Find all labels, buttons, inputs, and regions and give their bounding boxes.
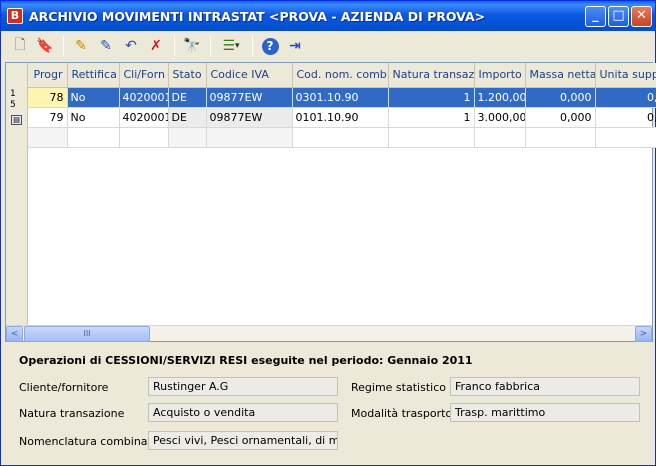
empty-cell[interactable] xyxy=(119,127,169,148)
undo-edit-icon[interactable]: ↶ xyxy=(119,35,143,57)
modalita-label: Modalità trasporto xyxy=(351,407,453,420)
horizontal-scrollbar[interactable]: < III > xyxy=(6,325,652,342)
empty-cell[interactable] xyxy=(474,127,526,148)
window-title: ARCHIVIO MOVIMENTI INTRASTAT <PROVA - AZ… xyxy=(29,8,486,24)
column-header-natura-transaz[interactable]: Natura transaz. xyxy=(388,63,475,88)
intrastat-window: B ARCHIVIO MOVIMENTI INTRASTAT <PROVA - … xyxy=(0,0,656,466)
cell-unita-supp[interactable]: 0,0 xyxy=(595,107,656,128)
current-record-number: 1 xyxy=(10,89,16,99)
binoculars-icon[interactable]: 🔭 xyxy=(180,35,204,57)
regime-label: Regime statistico xyxy=(351,381,446,394)
column-header-rettifica[interactable]: Rettifica xyxy=(67,63,120,88)
delete-icon[interactable]: ✗ xyxy=(144,35,168,57)
empty-cell[interactable] xyxy=(67,127,120,148)
app-icon[interactable]: B xyxy=(7,8,23,24)
scroll-right-button[interactable]: > xyxy=(635,326,652,342)
scroll-left-button[interactable]: < xyxy=(6,326,23,342)
nomenclatura-field[interactable]: Pesci vivi, Pesci ornamentali, di mare xyxy=(148,431,338,450)
period-summary: Operazioni di CESSIONI/SERVIZI RESI eseg… xyxy=(19,354,473,367)
cell-cli-forn[interactable]: 4020001 xyxy=(119,87,169,108)
toolbar-separator xyxy=(252,36,253,56)
empty-cell[interactable] xyxy=(206,127,293,148)
cell-rettifica[interactable]: No xyxy=(67,87,120,108)
toolbar: 🗋 🔖 ✎ ✎ ↶ ✗ 🔭 ☰ ▾ ? ⇥ xyxy=(4,32,652,60)
row-header-column: 1 5 ▤ xyxy=(6,63,28,326)
details-panel: Operazioni di CESSIONI/SERVIZI RESI eseg… xyxy=(1,344,655,465)
column-header-progr[interactable]: Progr xyxy=(28,63,68,88)
total-records-number: 5 xyxy=(10,100,16,110)
table-header-row: Progr Rettifica Cli/Forn Stato Codice IV… xyxy=(28,63,656,88)
cell-progr[interactable]: 79 xyxy=(28,107,68,128)
table-row[interactable]: 79 No 4020001 DE 09877EW 0101.10.90 1 3.… xyxy=(28,107,656,128)
scroll-thumb[interactable]: III xyxy=(24,326,150,342)
close-button[interactable]: ✕ xyxy=(631,6,652,27)
minimize-button[interactable]: _ xyxy=(585,6,606,27)
cliente-label: Cliente/fornitore xyxy=(19,381,109,394)
empty-cell[interactable] xyxy=(168,127,207,148)
exit-icon[interactable]: ⇥ xyxy=(283,35,307,57)
cell-rettifica[interactable]: No xyxy=(67,107,120,128)
help-glyph: ? xyxy=(261,37,279,55)
cell-importo[interactable]: 1.200,00 xyxy=(474,87,526,108)
new-document-icon[interactable]: 🗋 xyxy=(8,35,32,57)
empty-cell[interactable] xyxy=(28,127,68,148)
natura-field[interactable]: Acquisto o vendita xyxy=(148,403,338,422)
natura-label: Natura transazione xyxy=(19,407,125,420)
cell-cod-nom-comb[interactable]: 0301.10.90 xyxy=(292,87,389,108)
open-folder-icon[interactable]: 🔖 xyxy=(33,35,57,57)
cell-massa-netta[interactable]: 0,000 xyxy=(525,87,596,108)
new-record-row[interactable] xyxy=(28,127,656,148)
columns-list-icon[interactable]: ☰ ▾ xyxy=(216,35,246,57)
title-bar[interactable]: B ARCHIVIO MOVIMENTI INTRASTAT <PROVA - … xyxy=(1,1,655,31)
cell-progr[interactable]: 78 xyxy=(28,87,68,108)
empty-cell[interactable] xyxy=(388,127,475,148)
maximize-button[interactable]: □ xyxy=(608,6,629,27)
cell-massa-netta[interactable]: 0,000 xyxy=(525,107,596,128)
movements-grid[interactable]: 1 5 ▤ Progr Rettifica Cli/Forn Stato Cod… xyxy=(5,62,656,342)
cell-importo[interactable]: 3.000,00 xyxy=(474,107,526,128)
chevron-down-icon: ▾ xyxy=(235,41,240,51)
modalita-field[interactable]: Trasp. marittimo xyxy=(450,403,640,422)
regime-field[interactable]: Franco fabbrica xyxy=(450,377,640,396)
toolbar-separator xyxy=(174,36,175,56)
empty-cell[interactable] xyxy=(595,127,656,148)
column-header-importo[interactable]: Importo xyxy=(474,63,526,88)
column-header-massa-netta[interactable]: Massa netta xyxy=(525,63,596,88)
movements-table: Progr Rettifica Cli/Forn Stato Codice IV… xyxy=(28,63,656,148)
column-header-cli-forn[interactable]: Cli/Forn xyxy=(119,63,169,88)
columns-icon: ☰ xyxy=(222,38,236,54)
cell-cod-nom-comb[interactable]: 0101.10.90 xyxy=(292,107,389,128)
record-icon[interactable]: ▤ xyxy=(11,115,22,125)
cell-codice-iva[interactable]: 09877EW xyxy=(206,87,293,108)
cell-natura-transaz[interactable]: 1 xyxy=(388,107,475,128)
column-header-cod-nom-comb[interactable]: Cod. nom. comb. xyxy=(292,63,389,88)
cliente-field[interactable]: Rustinger A.G xyxy=(148,377,338,396)
column-header-stato[interactable]: Stato xyxy=(168,63,207,88)
edit-down-icon[interactable]: ✎ xyxy=(94,35,118,57)
table-row[interactable]: 78 No 4020001 DE 09877EW 0301.10.90 1 1.… xyxy=(28,87,656,108)
cell-natura-transaz[interactable]: 1 xyxy=(388,87,475,108)
cell-codice-iva[interactable]: 09877EW xyxy=(206,107,293,128)
edit-icon[interactable]: ✎ xyxy=(69,35,93,57)
toolbar-separator xyxy=(210,36,211,56)
column-header-unita-supp[interactable]: Unita supp xyxy=(595,63,656,88)
nomenclatura-label: Nomenclatura combinata xyxy=(19,435,159,448)
column-header-codice-iva[interactable]: Codice IVA xyxy=(206,63,293,88)
cell-stato[interactable]: DE xyxy=(168,107,207,128)
cell-cli-forn[interactable]: 4020001 xyxy=(119,107,169,128)
cell-stato[interactable]: DE xyxy=(168,87,207,108)
cell-unita-supp[interactable]: 0,0 xyxy=(595,87,656,108)
toolbar-separator xyxy=(63,36,64,56)
help-icon[interactable]: ? xyxy=(258,35,282,57)
empty-cell[interactable] xyxy=(292,127,389,148)
empty-cell[interactable] xyxy=(525,127,596,148)
